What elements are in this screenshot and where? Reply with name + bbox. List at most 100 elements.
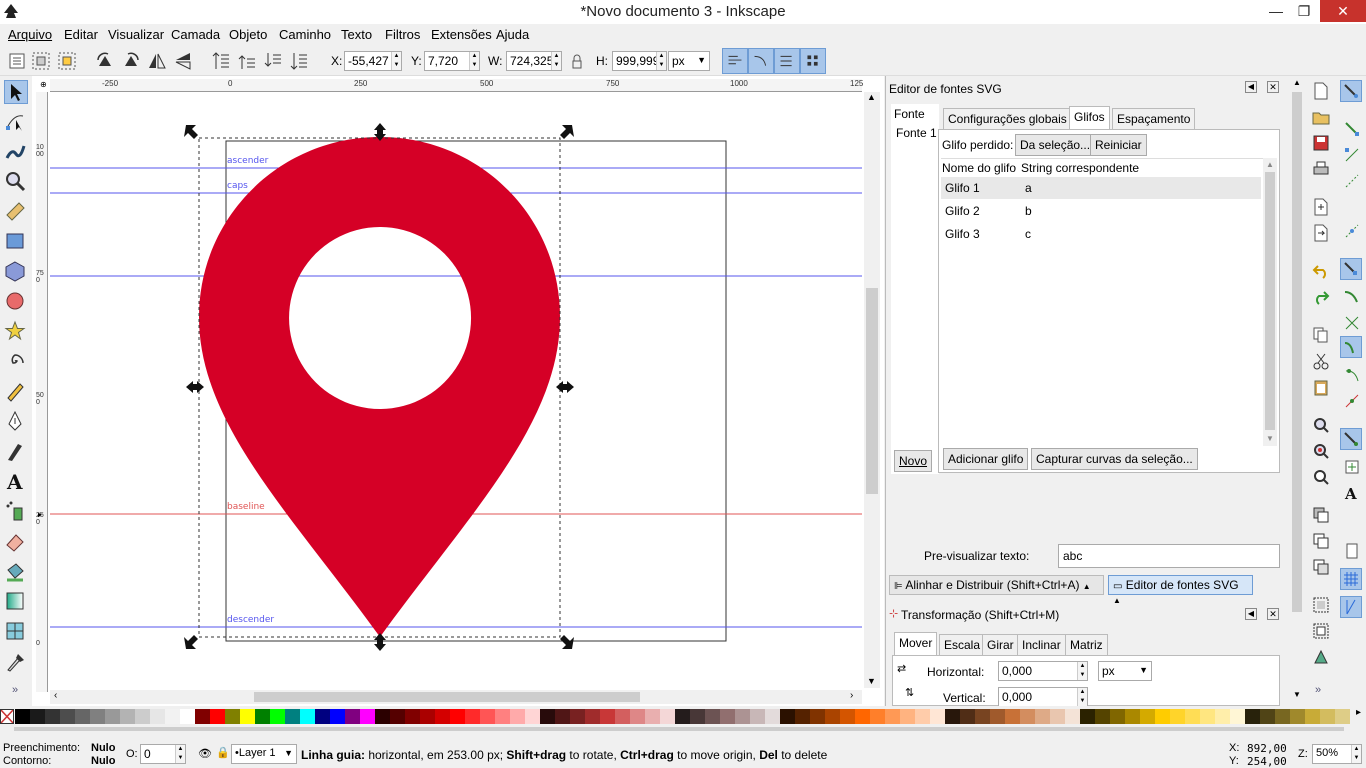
zoom-stepper-icon[interactable]: ▲ ▼: [1351, 745, 1361, 763]
tab-rotate[interactable]: Girar: [982, 634, 1019, 656]
tab-global-settings[interactable]: Configurações globais: [943, 108, 1072, 130]
color-swatch[interactable]: [1080, 709, 1095, 724]
color-swatch[interactable]: [1275, 709, 1290, 724]
transform-iconify-icon[interactable]: ◀: [1245, 608, 1257, 620]
color-swatch[interactable]: [615, 709, 630, 724]
color-swatch[interactable]: [915, 709, 930, 724]
color-swatch[interactable]: [855, 709, 870, 724]
color-swatch[interactable]: [555, 709, 570, 724]
menu-ajuda[interactable]: Ajuda: [496, 27, 529, 42]
color-swatch[interactable]: [1185, 709, 1200, 724]
color-swatch[interactable]: [195, 709, 210, 724]
color-swatch[interactable]: [765, 709, 780, 724]
star-tool[interactable]: [4, 320, 28, 344]
snap-grid-toggle[interactable]: [1340, 568, 1362, 590]
redo-icon[interactable]: [1312, 288, 1330, 306]
color-swatch[interactable]: [1125, 709, 1140, 724]
color-swatch[interactable]: [270, 709, 285, 724]
clone-icon[interactable]: [1312, 532, 1330, 550]
vertical-field[interactable]: 0,000 ▲ ▼: [998, 687, 1088, 707]
from-selection-button[interactable]: Da seleção...: [1015, 134, 1096, 156]
open-icon[interactable]: [1312, 108, 1330, 126]
horizontal-field[interactable]: 0,000 ▲ ▼: [998, 661, 1088, 681]
color-swatch[interactable]: [60, 709, 75, 724]
opacity-stepper-icon[interactable]: ▲ ▼: [175, 745, 185, 763]
measure-tool[interactable]: [4, 200, 28, 224]
color-swatch[interactable]: [225, 709, 240, 724]
snap-bbox-midpoint-icon[interactable]: [1343, 222, 1361, 240]
color-swatch[interactable]: [135, 709, 150, 724]
snap-path-icon[interactable]: [1343, 288, 1361, 306]
lower-icon[interactable]: [262, 50, 284, 72]
minimize-button[interactable]: —: [1262, 0, 1290, 22]
color-swatch[interactable]: [360, 709, 375, 724]
color-swatch[interactable]: [1155, 709, 1170, 724]
transform-close-icon[interactable]: ✕: [1267, 608, 1279, 620]
move-gradients-toggle[interactable]: [774, 48, 800, 74]
scroll-right-icon[interactable]: ›: [850, 690, 853, 701]
color-swatch[interactable]: [1230, 709, 1245, 724]
color-swatch[interactable]: [1005, 709, 1020, 724]
w-field[interactable]: 724,325 ▲ ▼: [506, 51, 562, 71]
scroll-up-icon[interactable]: ▲: [1266, 160, 1274, 169]
color-swatch[interactable]: [75, 709, 90, 724]
rotate-cw-icon[interactable]: [120, 50, 142, 72]
vertical-stepper-icon[interactable]: ▲ ▼: [1077, 688, 1087, 706]
scroll-up-icon[interactable]: ▲: [867, 92, 876, 102]
scale-stroke-toggle[interactable]: [722, 48, 748, 74]
export-icon[interactable]: [1312, 224, 1330, 242]
paste-icon[interactable]: [1312, 378, 1330, 396]
group-icon[interactable]: [1312, 596, 1330, 614]
x-field[interactable]: -55,427 ▲ ▼: [344, 51, 402, 71]
x-stepper-icon[interactable]: ▲ ▼: [391, 52, 401, 70]
color-swatch[interactable]: [210, 709, 225, 724]
zoom-selection-icon[interactable]: [1312, 416, 1330, 434]
capture-curves-button[interactable]: Capturar curvas da seleção...: [1031, 448, 1198, 470]
eraser-tool[interactable]: [4, 530, 28, 554]
dock-scrollbar[interactable]: ▲ ▼: [1290, 78, 1304, 704]
ellipse-tool[interactable]: [4, 290, 28, 314]
color-swatch[interactable]: [105, 709, 120, 724]
dock-tab-align[interactable]: ⊫ Alinhar e Distribuir (Shift+Ctrl+A) ▲: [889, 575, 1104, 595]
color-swatch[interactable]: [1020, 709, 1035, 724]
color-swatch[interactable]: [1245, 709, 1260, 724]
paint-bucket-tool[interactable]: [4, 560, 28, 584]
dock-scroll-thumb[interactable]: [1292, 92, 1302, 612]
color-swatch[interactable]: [645, 709, 660, 724]
menu-objeto[interactable]: Objeto: [229, 27, 267, 42]
color-swatch[interactable]: [675, 709, 690, 724]
color-swatch[interactable]: [435, 709, 450, 724]
menu-filtros[interactable]: Filtros: [385, 27, 420, 42]
y-field[interactable]: 7,720 ▲ ▼: [424, 51, 480, 71]
color-swatch[interactable]: [1110, 709, 1125, 724]
color-swatch[interactable]: [1305, 709, 1320, 724]
spray-tool[interactable]: [4, 500, 28, 524]
color-swatch[interactable]: [825, 709, 840, 724]
color-swatch[interactable]: [885, 709, 900, 724]
opacity-field[interactable]: 0 ▲ ▼: [140, 744, 186, 764]
color-swatch[interactable]: [1035, 709, 1050, 724]
snap-cusp-toggle[interactable]: [1340, 336, 1362, 358]
panel-iconify-icon[interactable]: ◀: [1245, 81, 1257, 93]
color-swatch[interactable]: [810, 709, 825, 724]
color-swatch[interactable]: [45, 709, 60, 724]
color-swatch[interactable]: [180, 709, 195, 724]
stroke-indicator[interactable]: Nulo: [91, 755, 115, 767]
color-swatch[interactable]: [690, 709, 705, 724]
w-stepper-icon[interactable]: ▲ ▼: [551, 52, 561, 70]
restore-button[interactable]: ❐: [1290, 0, 1318, 22]
snap-midpoint-icon[interactable]: [1343, 392, 1361, 410]
color-swatch[interactable]: [420, 709, 435, 724]
menu-caminho[interactable]: Caminho: [279, 27, 331, 42]
pen-tool[interactable]: [4, 410, 28, 434]
scroll-left-icon[interactable]: ‹: [54, 690, 57, 701]
color-swatch[interactable]: [750, 709, 765, 724]
menu-arquivo[interactable]: Arquivo: [8, 27, 52, 42]
scroll-up-icon[interactable]: ▲: [1293, 78, 1301, 87]
flip-horizontal-icon[interactable]: [146, 50, 168, 72]
color-swatch[interactable]: [390, 709, 405, 724]
color-swatch[interactable]: [1335, 709, 1350, 724]
duplicate-icon[interactable]: [1312, 506, 1330, 524]
color-swatch[interactable]: [990, 709, 1005, 724]
color-swatch[interactable]: [285, 709, 300, 724]
